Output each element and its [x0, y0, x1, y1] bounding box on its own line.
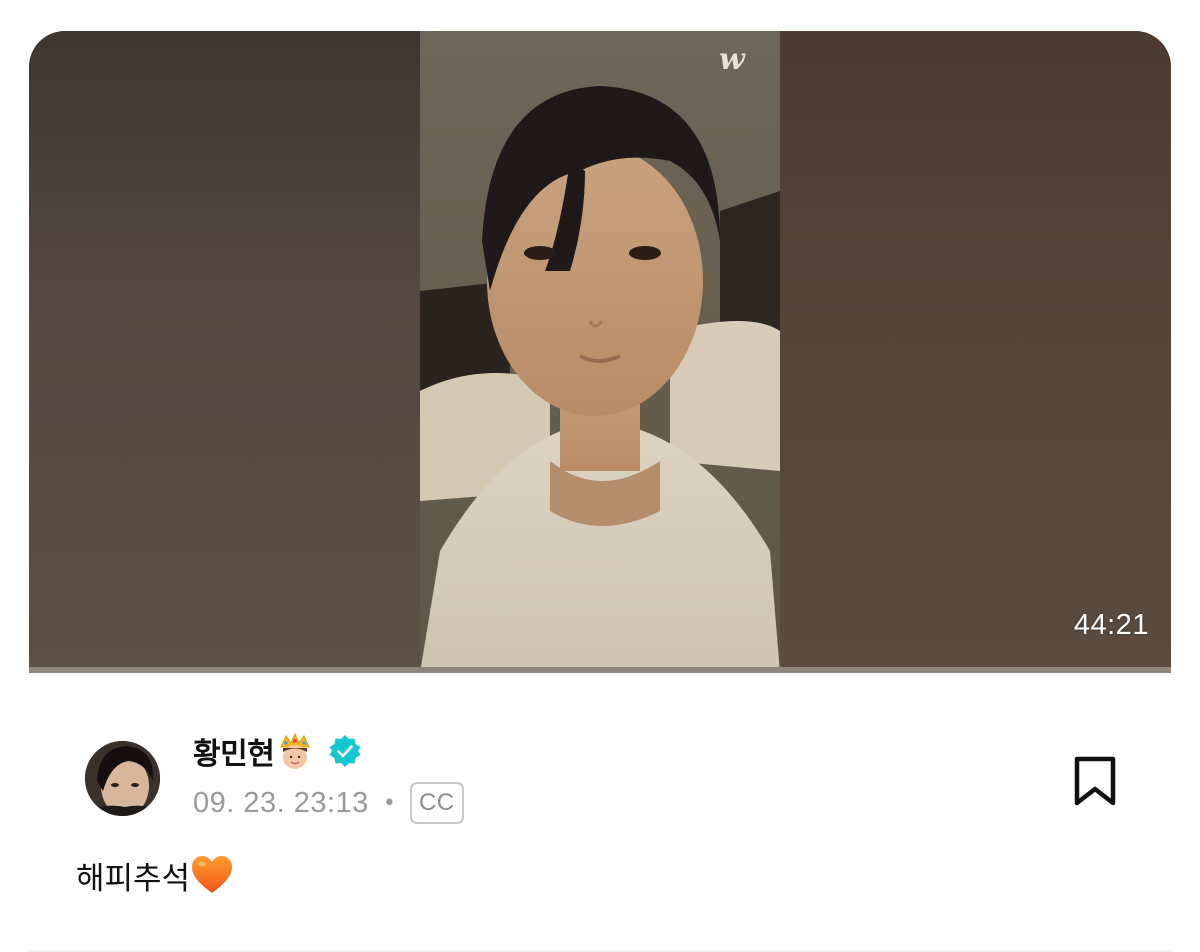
- avatar[interactable]: [85, 741, 160, 816]
- author-name[interactable]: 황민현: [193, 729, 275, 773]
- thumbnail-image: [420, 31, 780, 673]
- meta-row: 09. 23. 23:13 • CC: [193, 779, 464, 827]
- orange-heart-emoji-icon: [192, 856, 233, 893]
- video-player[interactable]: w 44:21: [29, 31, 1171, 673]
- page: w 44:21 황민현 09. 23. 23:13 • CC 해피추석: [0, 0, 1200, 952]
- post-date: 09. 23. 23:13: [193, 786, 369, 819]
- video-blur-left: [29, 31, 420, 673]
- crown-prince-emoji-icon: [280, 732, 311, 769]
- video-thumbnail[interactable]: w: [420, 31, 780, 673]
- avatar-image: [85, 741, 160, 816]
- author-row: 황민현: [193, 729, 362, 773]
- video-blur-right: [780, 31, 1171, 673]
- post-card: w 44:21 황민현 09. 23. 23:13 • CC 해피추석: [29, 31, 1171, 952]
- meta-separator: •: [382, 790, 396, 816]
- post-text: 해피추석: [76, 860, 191, 897]
- post-body: 해피추석: [76, 851, 234, 899]
- video-duration: 44:21: [1073, 609, 1149, 641]
- bookmark-button[interactable]: [1071, 755, 1119, 807]
- weverse-logo-watermark: w: [719, 42, 745, 77]
- cc-label: CC: [418, 789, 455, 816]
- verified-badge-icon: [329, 735, 361, 767]
- bookmark-icon: [1074, 756, 1116, 806]
- cc-badge: CC: [409, 782, 464, 824]
- post-info: 황민현 09. 23. 23:13 • CC 해피추석: [29, 673, 1171, 952]
